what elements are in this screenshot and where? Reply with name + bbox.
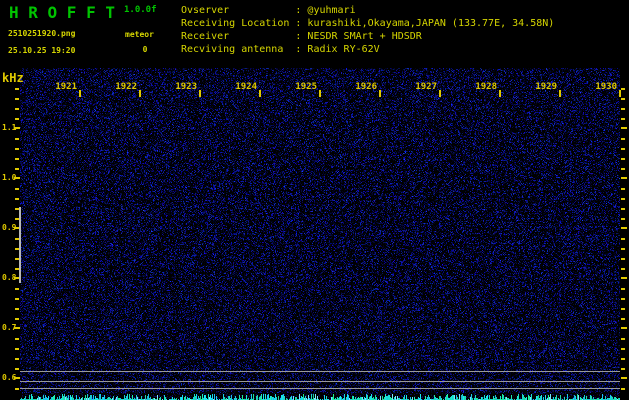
y-minor-tick-right bbox=[621, 318, 625, 320]
y-minor-tick-left bbox=[15, 298, 19, 300]
app-title: H R O F F T bbox=[9, 3, 115, 22]
y-minor-tick-right bbox=[621, 198, 625, 200]
y-minor-tick-right bbox=[621, 138, 625, 140]
y-minor-tick-left bbox=[15, 388, 19, 390]
y-major-tick-left bbox=[14, 377, 20, 379]
y-minor-tick-right bbox=[621, 148, 625, 150]
x-tick-label: 1926 bbox=[355, 82, 377, 92]
y-minor-tick-left bbox=[15, 198, 19, 200]
y-minor-tick-right bbox=[621, 238, 625, 240]
station-info-row: Ovserver : @yuhmari bbox=[181, 5, 356, 16]
y-minor-tick-right bbox=[621, 348, 625, 350]
y-major-tick-right bbox=[621, 377, 627, 379]
y-minor-tick-right bbox=[621, 388, 625, 390]
y-minor-tick-right bbox=[621, 218, 625, 220]
x-tick-label: 1925 bbox=[295, 82, 317, 92]
station-info-row: Recviving antenna : Radix RY-62V bbox=[181, 44, 380, 55]
y-minor-tick-right bbox=[621, 358, 625, 360]
y-minor-tick-right bbox=[621, 88, 625, 90]
y-major-tick-left bbox=[14, 127, 20, 129]
y-minor-tick-right bbox=[621, 118, 625, 120]
y-minor-tick-right bbox=[621, 208, 625, 210]
y-minor-tick-left bbox=[15, 138, 19, 140]
x-tick bbox=[619, 90, 621, 97]
meteor-count-value: 0 bbox=[142, 45, 148, 54]
y-minor-tick-left bbox=[15, 348, 19, 350]
y-minor-tick-left bbox=[15, 148, 19, 150]
y-minor-tick-right bbox=[621, 158, 625, 160]
x-tick-label: 1921 bbox=[55, 82, 77, 92]
x-tick-label: 1928 bbox=[475, 82, 497, 92]
x-tick bbox=[439, 90, 441, 97]
y-minor-tick-left bbox=[15, 368, 19, 370]
y-minor-tick-right bbox=[621, 98, 625, 100]
x-tick bbox=[499, 90, 501, 97]
x-tick bbox=[379, 90, 381, 97]
x-tick bbox=[139, 90, 141, 97]
x-tick-label: 1922 bbox=[115, 82, 137, 92]
y-minor-tick-left bbox=[15, 318, 19, 320]
y-major-tick-left bbox=[14, 327, 20, 329]
y-minor-tick-left bbox=[15, 308, 19, 310]
y-minor-tick-right bbox=[621, 108, 625, 110]
y-minor-tick-right bbox=[621, 248, 625, 250]
x-tick bbox=[319, 90, 321, 97]
hrofft-window: H R O F F T 1.0.0f 2510251920.png meteor… bbox=[0, 0, 629, 400]
y-major-tick-right bbox=[621, 277, 627, 279]
station-info: Ovserver : @yuhmari Receiving Location : … bbox=[181, 4, 554, 56]
y-minor-tick-left bbox=[15, 108, 19, 110]
x-tick-label: 1923 bbox=[175, 82, 197, 92]
x-tick-label: 1927 bbox=[415, 82, 437, 92]
x-tick bbox=[199, 90, 201, 97]
x-tick-label: 1924 bbox=[235, 82, 257, 92]
y-minor-tick-right bbox=[621, 368, 625, 370]
y-major-tick-right bbox=[621, 177, 627, 179]
detection-band-marker bbox=[19, 207, 21, 283]
observation-datetime: 25.10.25 19:20 bbox=[8, 46, 76, 55]
y-minor-tick-left bbox=[15, 118, 19, 120]
y-minor-tick-right bbox=[621, 258, 625, 260]
y-major-tick-right bbox=[621, 227, 627, 229]
y-minor-tick-left bbox=[15, 288, 19, 290]
y-minor-tick-right bbox=[621, 298, 625, 300]
y-minor-tick-right bbox=[621, 188, 625, 190]
y-minor-tick-right bbox=[621, 308, 625, 310]
y-axis-unit-label: kHz bbox=[2, 71, 24, 85]
x-tick-label: 1929 bbox=[535, 82, 557, 92]
x-tick-label: 1930 bbox=[595, 82, 617, 92]
y-minor-tick-right bbox=[621, 268, 625, 270]
output-filename: 2510251920.png bbox=[8, 29, 76, 38]
y-minor-tick-left bbox=[15, 338, 19, 340]
noise-meter-canvas bbox=[20, 393, 620, 400]
x-tick bbox=[79, 90, 81, 97]
y-minor-tick-left bbox=[15, 158, 19, 160]
y-major-tick-right bbox=[621, 327, 627, 329]
y-minor-tick-right bbox=[621, 288, 625, 290]
station-info-row: Receiving Location : kurashiki,Okayama,J… bbox=[181, 18, 555, 29]
y-minor-tick-left bbox=[15, 168, 19, 170]
y-minor-tick-right bbox=[621, 338, 625, 340]
y-minor-tick-right bbox=[621, 168, 625, 170]
y-major-tick-left bbox=[14, 177, 20, 179]
y-minor-tick-left bbox=[15, 88, 19, 90]
meteor-count-label: meteor bbox=[125, 30, 154, 39]
y-minor-tick-left bbox=[15, 188, 19, 190]
app-version: 1.0.0f bbox=[124, 5, 157, 15]
x-tick bbox=[559, 90, 561, 97]
y-minor-tick-left bbox=[15, 358, 19, 360]
x-tick bbox=[259, 90, 261, 97]
y-minor-tick-left bbox=[15, 98, 19, 100]
station-info-row: Receiver : NESDR SMArt + HDSDR bbox=[181, 31, 422, 42]
spectrogram-canvas bbox=[20, 68, 620, 393]
y-major-tick-right bbox=[621, 127, 627, 129]
